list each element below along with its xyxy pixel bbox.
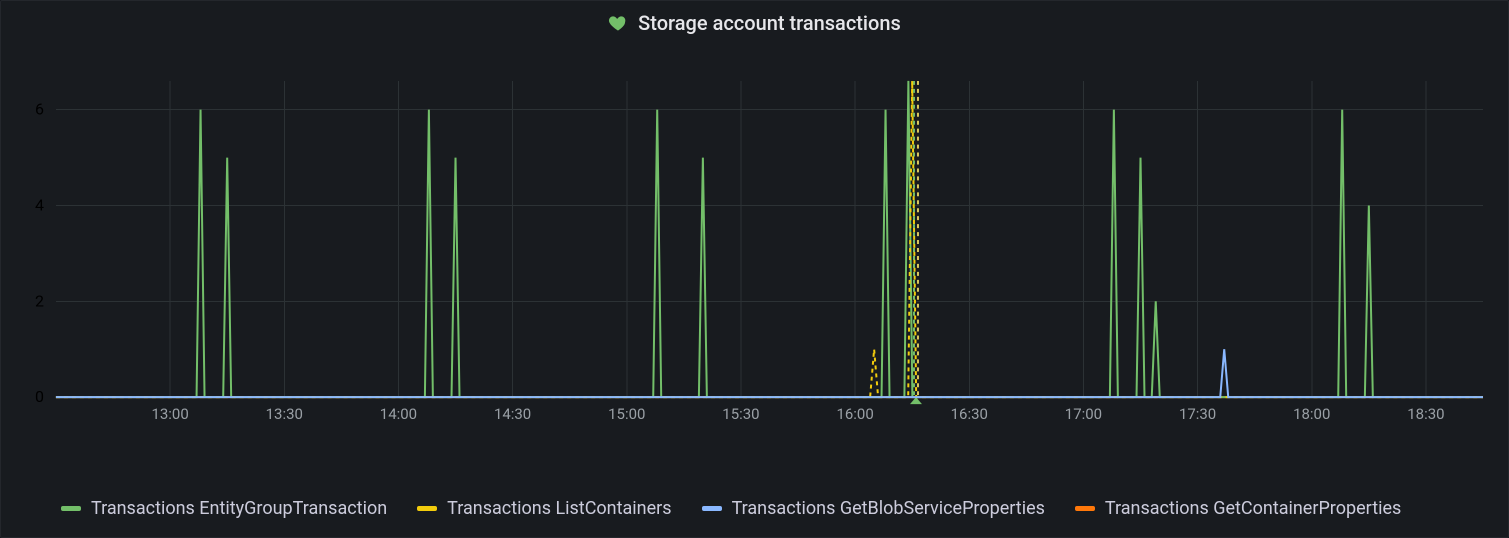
legend-label: Transactions GetContainerProperties bbox=[1105, 498, 1401, 519]
legend-item[interactable]: Transactions ListContainers bbox=[417, 498, 671, 519]
series-line bbox=[56, 81, 1483, 397]
panel-header[interactable]: Storage account transactions bbox=[1, 1, 1508, 43]
y-tick-label: 2 bbox=[35, 291, 44, 310]
series-line bbox=[56, 81, 1483, 397]
legend: Transactions EntityGroupTransaction Trans… bbox=[61, 498, 1488, 519]
y-tick-label: 0 bbox=[35, 387, 44, 406]
y-tick-label: 6 bbox=[35, 100, 44, 119]
legend-item[interactable]: Transactions GetBlobServiceProperties bbox=[702, 498, 1045, 519]
x-tick-label: 16:30 bbox=[951, 405, 988, 423]
legend-label: Transactions ListContainers bbox=[447, 498, 671, 519]
legend-item[interactable]: Transactions EntityGroupTransaction bbox=[61, 498, 387, 519]
panel-title: Storage account transactions bbox=[638, 11, 901, 35]
legend-label: Transactions EntityGroupTransaction bbox=[91, 498, 387, 519]
y-tick-label: 4 bbox=[35, 196, 44, 215]
legend-label: Transactions GetBlobServiceProperties bbox=[732, 498, 1045, 519]
annotation-marker[interactable] bbox=[910, 397, 922, 404]
x-tick-label: 17:30 bbox=[1179, 405, 1216, 423]
x-tick-label: 18:30 bbox=[1407, 405, 1444, 423]
x-tick-label: 14:00 bbox=[380, 405, 417, 423]
chart-panel: Storage account transactions 0 2 4 6 13:00 13… bbox=[0, 0, 1509, 538]
x-tick-label: 15:00 bbox=[608, 405, 645, 423]
x-tick-label: 13:30 bbox=[266, 405, 303, 423]
x-tick-label: 14:30 bbox=[494, 405, 531, 423]
x-tick-label: 13:00 bbox=[151, 405, 188, 423]
x-tick-label: 16:00 bbox=[836, 405, 873, 423]
plot-svg: 0 2 4 6 13:00 13:30 14:00 14:30 15:00 15:30 16:00 1… bbox=[11, 71, 1488, 427]
series-line bbox=[56, 349, 1483, 397]
x-tick-label: 15:30 bbox=[722, 405, 759, 423]
legend-swatch bbox=[702, 506, 722, 511]
vgrid bbox=[170, 81, 1426, 397]
x-tick-label: 18:00 bbox=[1293, 405, 1330, 423]
x-tick-label: 17:00 bbox=[1065, 405, 1102, 423]
legend-item[interactable]: Transactions GetContainerProperties bbox=[1075, 498, 1401, 519]
plot-area[interactable]: 0 2 4 6 13:00 13:30 14:00 14:30 15:00 15:30 16:00 1… bbox=[11, 71, 1488, 427]
heart-icon bbox=[608, 13, 628, 33]
legend-swatch bbox=[417, 506, 437, 511]
grid bbox=[56, 110, 1483, 397]
legend-swatch bbox=[61, 506, 81, 511]
legend-swatch bbox=[1075, 506, 1095, 511]
